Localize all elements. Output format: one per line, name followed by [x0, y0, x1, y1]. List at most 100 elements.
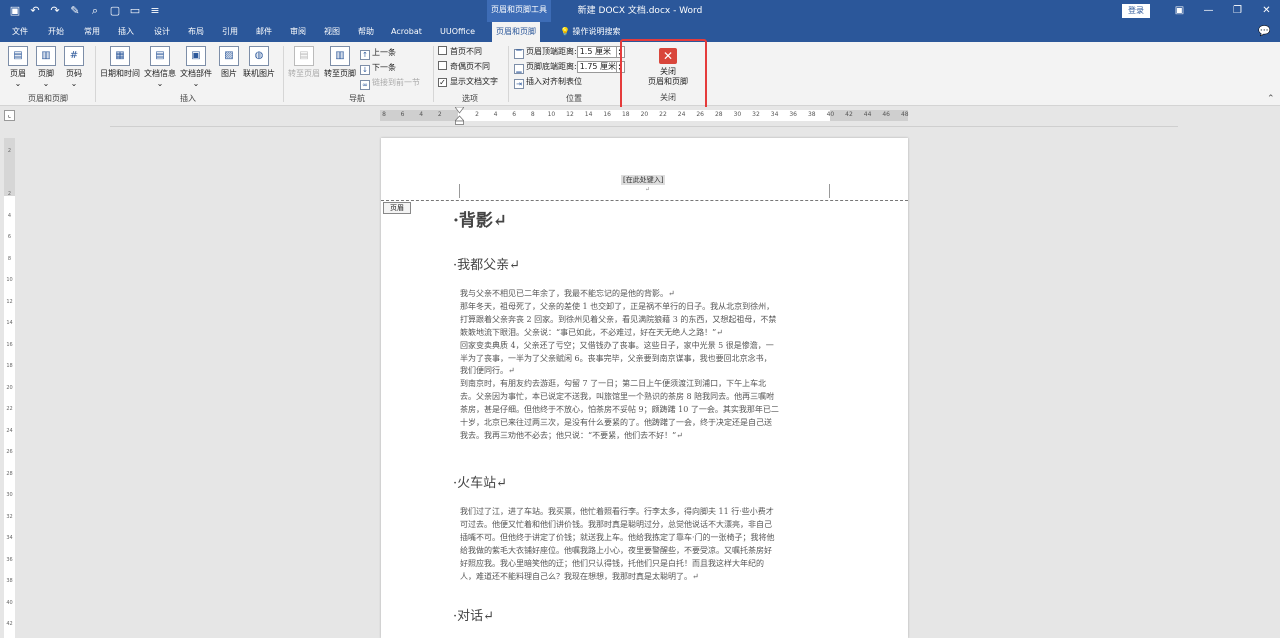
vruler-number: 26 — [6, 449, 13, 455]
previous-button[interactable]: ↑ 上一条 — [360, 46, 396, 60]
online-picture-icon: ◍ — [249, 46, 269, 66]
section-heading: ·对话↵ — [453, 609, 495, 624]
tab-12[interactable]: UUOffice — [436, 22, 479, 42]
group-insert: ▦ 日期和时间 ▤ 文档信息 ⌄ ▣ 文档部件 ⌄ ▨ 图片 ◍ 联机图片 插入 — [98, 42, 278, 106]
vruler-number: 42 — [6, 621, 13, 627]
quick-parts-icon: ▣ — [186, 46, 206, 66]
link-to-previous-button[interactable]: ∞ 链接到前一节 — [360, 76, 420, 90]
tab-9[interactable]: 视图 — [320, 22, 344, 42]
footer-button[interactable]: ▥ 页脚 ⌄ — [36, 46, 56, 88]
ribbon-display-options-icon[interactable]: ▣ — [1165, 0, 1194, 22]
tab-10[interactable]: 帮助 — [354, 22, 378, 42]
margin-corner — [829, 184, 830, 198]
customize-icon[interactable]: ≡ — [148, 3, 162, 19]
ruler-number: 20 — [640, 111, 649, 118]
group-header-footer: ▤ 页眉 ⌄ ▥ 页脚 ⌄ # 页码 ⌄ 页眉和页脚 — [4, 42, 92, 106]
tab-0[interactable]: 文件 — [8, 22, 32, 42]
previous-icon: ↑ — [360, 50, 370, 60]
show-document-text-checkbox[interactable]: ✓ 显示文档文字 — [438, 75, 498, 89]
body-paragraph: 我们过了江，进了车站。我买票，他忙着照看行李。行李太多，得向脚夫 11 行·些小… — [460, 506, 830, 583]
redo-icon[interactable]: ↷ — [48, 3, 62, 19]
group-separator — [508, 46, 509, 102]
tab-4[interactable]: 设计 — [150, 22, 174, 42]
ruler-number: 44 — [863, 111, 872, 118]
quick-access-toolbar: ▣ ↶ ↷ ✎ ⌕ ▢ ▭ ≡ — [8, 3, 162, 19]
lightbulb-icon: 💡 — [560, 27, 573, 36]
checkmark-icon: ✓ — [438, 78, 447, 87]
tab-2[interactable]: 常用 — [80, 22, 104, 42]
date-time-button[interactable]: ▦ 日期和时间 — [100, 46, 140, 79]
header-button[interactable]: ▤ 页眉 ⌄ — [8, 46, 28, 88]
ruler-number: 34 — [770, 111, 779, 118]
ruler-number: 8 — [382, 111, 386, 118]
tab-5[interactable]: 布局 — [184, 22, 208, 42]
body-paragraph: 我与父亲不相见已二年余了，我最不能忘记的是他的背影。↵ 那年冬天，祖母死了，父亲的… — [460, 288, 830, 443]
print-preview-icon[interactable]: ⌕ — [88, 3, 102, 19]
vruler-number: 34 — [6, 535, 13, 541]
tell-me-search[interactable]: 💡 操作说明搜索 — [560, 22, 621, 42]
text-line: 插嘴不可。但他终于讲定了价钱；就送我上车。他给我拣定了靠车·门的一张椅子；我将他 — [460, 532, 775, 542]
text-line: 给我做的紫毛大衣铺好座位。他嘱我路上小心，夜里要警醒些，不要受凉。又嘱托茶房好 — [460, 545, 772, 555]
next-button[interactable]: ↓ 下一条 — [360, 61, 396, 75]
tab-1[interactable]: 开始 — [44, 22, 68, 42]
goto-footer-icon: ▥ — [330, 46, 350, 66]
text-line: 十岁，北京已来往过两三次，是没有什么要紧的了。他踌躇了一会，终于决定还是自己送 — [460, 418, 772, 428]
tab-selector-icon[interactable]: ⌞ — [4, 110, 15, 121]
vruler-number: 18 — [6, 363, 13, 369]
save-icon[interactable]: ▣ — [8, 3, 22, 19]
comments-icon[interactable]: 💬 — [1258, 26, 1270, 37]
undo-icon[interactable]: ↶ — [28, 3, 42, 19]
online-picture-button[interactable]: ◍ 联机图片 — [243, 46, 275, 79]
quick-parts-button[interactable]: ▣ 文档部件 ⌄ — [180, 46, 212, 88]
picture-button[interactable]: ▨ 图片 — [219, 46, 239, 79]
ruler-number: 32 — [752, 111, 760, 118]
different-odd-even-checkbox[interactable]: 奇偶页不同 — [438, 60, 490, 74]
header-boundary — [381, 200, 908, 201]
document-info-icon: ▤ — [150, 46, 170, 66]
format-painter-icon[interactable]: ✎ — [68, 3, 82, 19]
text-line: 我去。我再三劝他不必去；他只说：“不要紧，他们去不好！”↵ — [460, 430, 683, 440]
group-label-insert: 插入 — [180, 94, 196, 103]
margin-corner — [459, 184, 460, 198]
vruler-number: 2 — [7, 148, 12, 154]
document-page[interactable]: [在此处键入] ↵ 页眉 ·背影↵ ·我都父亲↵ 我与父亲不相见已二年余了，我最不… — [381, 138, 908, 638]
document-title: 新建 DOCX 文档.docx - Word — [577, 6, 703, 16]
footer-bottom-input[interactable]: 1.75 厘米 — [576, 60, 617, 73]
ruler-number: 4 — [493, 111, 498, 118]
login-button[interactable]: 登录 — [1122, 4, 1150, 18]
ruler-number: 22 — [659, 111, 667, 118]
header-placeholder[interactable]: [在此处键入] — [621, 175, 666, 185]
ruler-number: 40 — [826, 111, 835, 118]
title-bar: ▣ ↶ ↷ ✎ ⌕ ▢ ▭ ≡ 页眉和页脚工具 新建 DOCX 文档.docx - Word … — [0, 0, 1280, 22]
vruler-number: 14 — [6, 320, 13, 326]
ruler-number: 30 — [733, 111, 742, 118]
insert-alignment-tab-button[interactable]: ⇥ 插入对齐制表位 — [514, 75, 582, 89]
close-window-icon[interactable]: ✕ — [1252, 0, 1280, 22]
tab-6[interactable]: 引用 — [218, 22, 242, 42]
page-number-button[interactable]: # 页码 ⌄ — [64, 46, 84, 88]
new-icon[interactable]: ▢ — [108, 3, 122, 19]
document-title-heading: ·背影↵ — [453, 211, 508, 231]
open-icon[interactable]: ▭ — [128, 3, 142, 19]
vertical-ruler[interactable]: 2 2 4 6 8 10 12 14 16 18 20 22 24 26 28 30 32 34 36 38 40 42 — [4, 138, 15, 638]
page-number-icon: # — [64, 46, 84, 66]
different-first-page-checkbox[interactable]: 首页不同 — [438, 45, 482, 59]
indent-marker-icon[interactable] — [455, 107, 464, 125]
group-label-header-footer: 页眉和页脚 — [28, 94, 68, 103]
doc-info-button[interactable]: ▤ 文档信息 ⌄ — [144, 46, 176, 88]
goto-header-button[interactable]: ▤ 转至页眉 — [288, 46, 320, 79]
tab-7[interactable]: 邮件 — [252, 22, 276, 42]
collapse-ribbon-icon[interactable]: ⌃ — [1267, 94, 1275, 104]
alignment-tab-icon: ⇥ — [514, 79, 524, 89]
tab-8[interactable]: 审阅 — [286, 22, 310, 42]
minimize-icon[interactable]: — — [1194, 0, 1223, 22]
tab-3[interactable]: 插入 — [114, 22, 138, 42]
restore-icon[interactable]: ❐ — [1223, 0, 1252, 22]
goto-footer-button[interactable]: ▥ 转至页脚 — [324, 46, 356, 79]
tab-11[interactable]: Acrobat — [387, 22, 426, 42]
header-top-input[interactable]: 1.5 厘米 — [576, 45, 617, 58]
tab-13[interactable]: 页眉和页脚 — [492, 22, 540, 42]
window-controls: ▣ — ❐ ✕ — [1165, 0, 1280, 22]
vruler-number: 4 — [7, 212, 12, 219]
text-line: 可过去。他便又忙着和他们讲价钱。我那时真是聪明过分，总觉他说话不大漂亮，非自己 — [460, 519, 772, 529]
